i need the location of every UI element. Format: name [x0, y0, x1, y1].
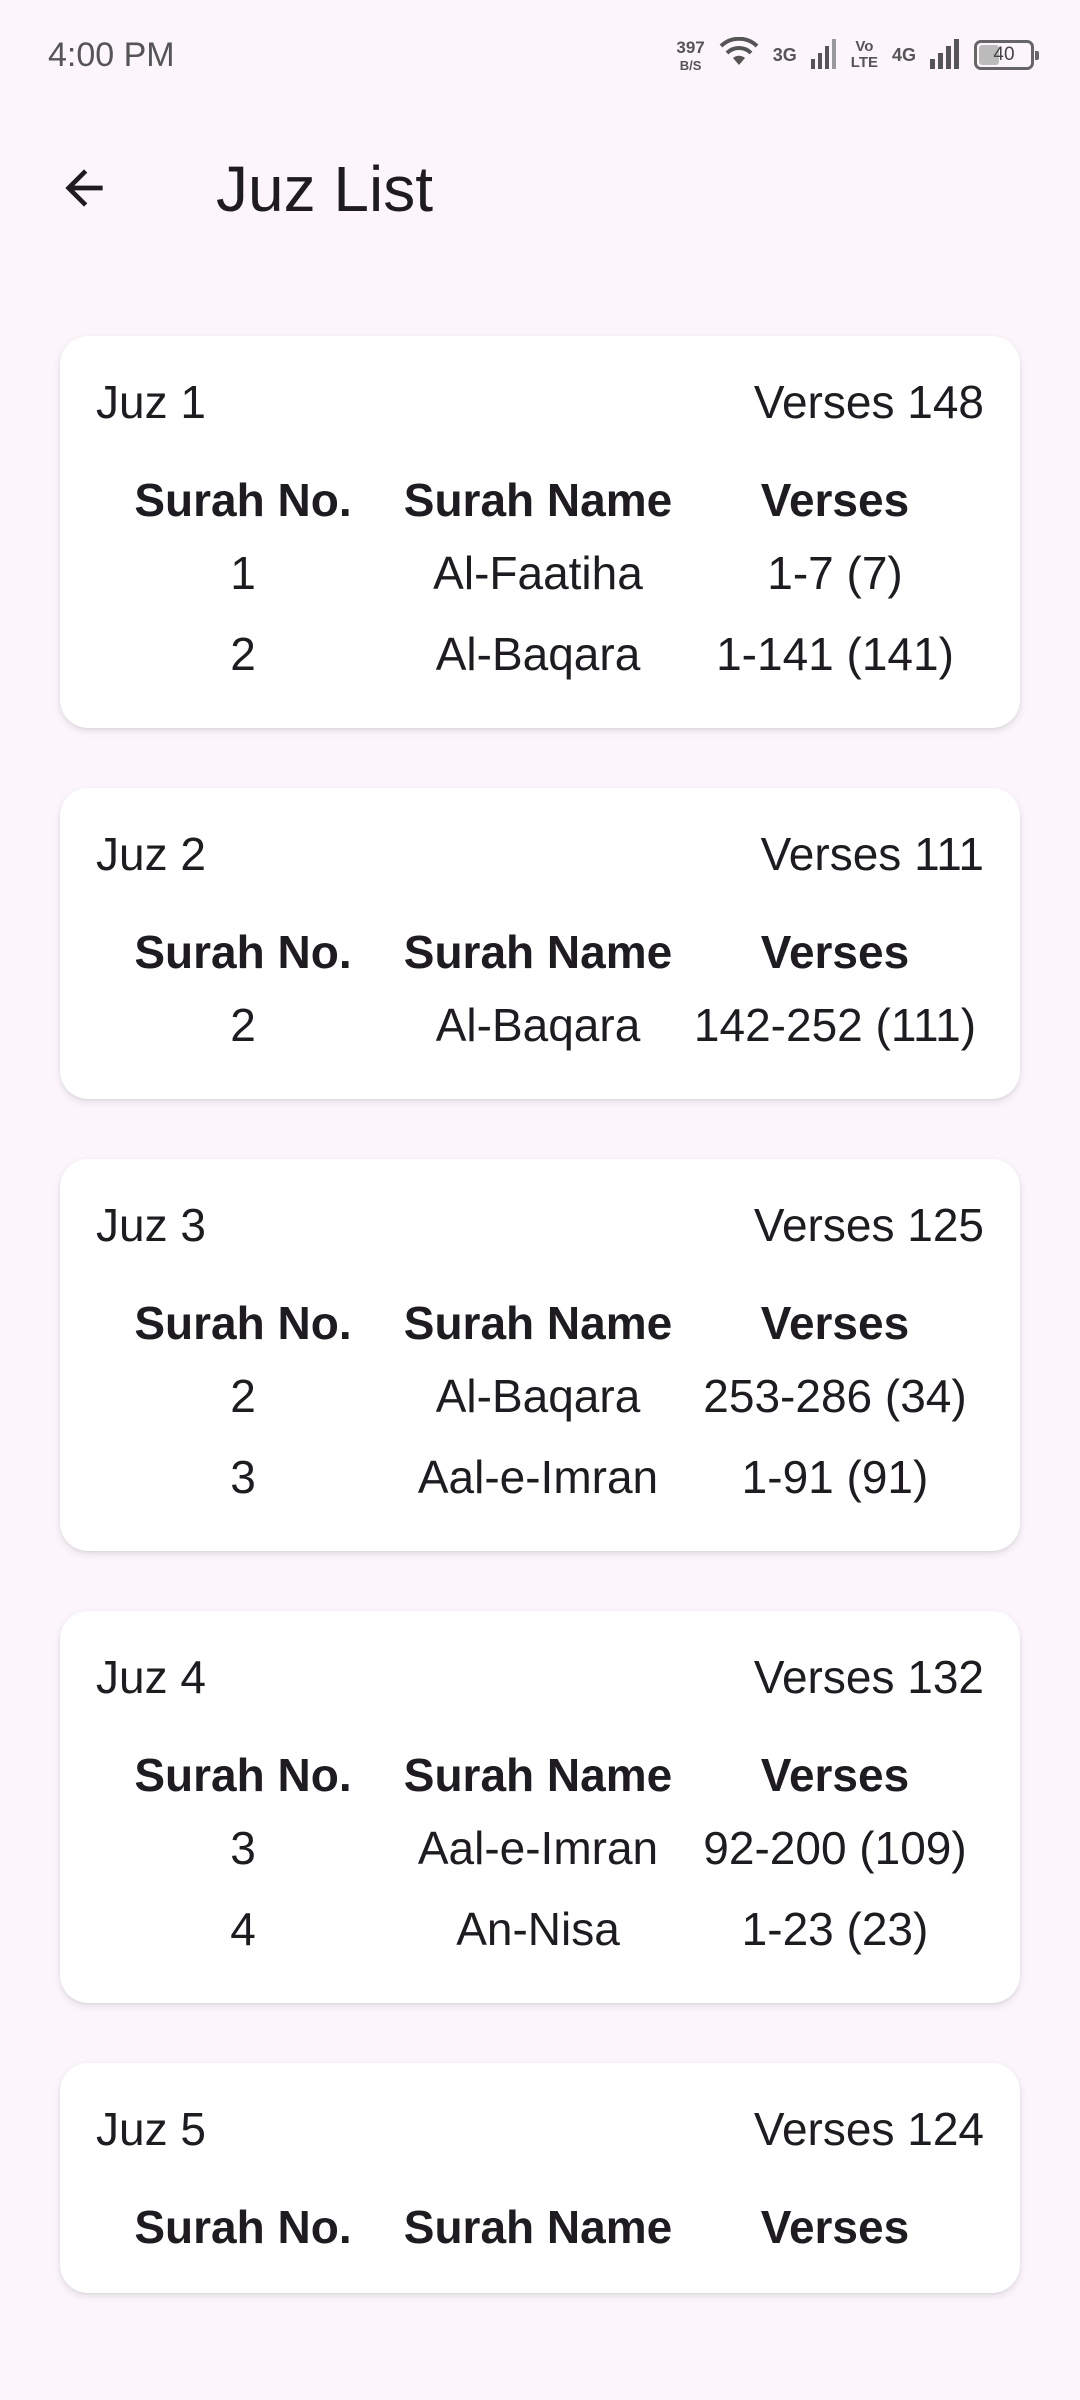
juz-card-header: Juz 5 Verses 124: [96, 2103, 984, 2155]
surah-table-header: Surah No. Surah Name Verses: [96, 920, 984, 984]
juz-card[interactable]: Juz 1 Verses 148 Surah No. Surah Name Verses…: [60, 336, 1020, 728]
header-surah-no: Surah No.: [134, 1297, 352, 1349]
back-button[interactable]: [42, 148, 126, 232]
table-row: 2 Al-Baqara 253-286 (34): [96, 1355, 984, 1436]
surah-name: Al-Baqara: [435, 627, 641, 680]
table-row: 2 Al-Baqara 142-252 (111): [96, 984, 984, 1065]
juz-card[interactable]: Juz 3 Verses 125 Surah No. Surah Name Verses…: [60, 1159, 1020, 1551]
juz-verses-total: Verses 148: [753, 376, 984, 428]
status-icons: 397 B/S 3G Vo LTE 4G 40: [676, 36, 1039, 74]
header-surah-no: Surah No.: [134, 926, 352, 978]
juz-verses-total: Verses 125: [753, 1199, 984, 1251]
juz-card[interactable]: Juz 2 Verses 111 Surah No. Surah Name Verses…: [60, 788, 1020, 1099]
header-surah-no: Surah No.: [134, 2201, 352, 2253]
table-row: 2 Al-Baqara 1-141 (141): [96, 613, 984, 694]
surah-no: 3: [230, 1821, 256, 1874]
battery-level: 40: [993, 44, 1015, 65]
surah-no: 3: [230, 1450, 256, 1503]
surah-no: 2: [230, 1369, 256, 1422]
volte-top-label: Vo: [855, 38, 874, 56]
network-3g-label: 3G: [772, 45, 797, 65]
surah-table-header: Surah No. Surah Name Verses: [96, 1291, 984, 1355]
surah-verses: 1-7 (7): [767, 546, 903, 599]
surah-name: Aal-e-Imran: [417, 1450, 659, 1503]
surah-verses: 253-286 (34): [703, 1369, 967, 1422]
header-surah-name: Surah Name: [403, 2201, 673, 2253]
juz-card[interactable]: Juz 5 Verses 124 Surah No. Surah Name Verses: [60, 2063, 1020, 2293]
header-surah-no: Surah No.: [134, 474, 352, 526]
surah-table: Surah No. Surah Name Verses 2 Al-Baqara 142-2…: [96, 920, 984, 1065]
surah-no: 2: [230, 627, 256, 680]
juz-list[interactable]: Juz 1 Verses 148 Surah No. Surah Name Verses…: [60, 336, 1020, 2353]
surah-name: Al-Baqara: [435, 998, 641, 1051]
surah-table-header: Surah No. Surah Name Verses: [96, 2195, 984, 2259]
header-surah-name: Surah Name: [403, 1297, 673, 1349]
surah-verses: 142-252 (111): [693, 998, 977, 1051]
wifi-icon: [719, 36, 759, 74]
surah-verses: 1-91 (91): [741, 1450, 929, 1503]
juz-title: Juz 2: [96, 828, 206, 880]
juz-card-header: Juz 3 Verses 125: [96, 1199, 984, 1251]
header-verses: Verses: [760, 1297, 910, 1349]
arrow-back-icon: [56, 160, 112, 221]
surah-table: Surah No. Surah Name Verses 3 Aal-e-Imran 92-…: [96, 1743, 984, 1969]
juz-card[interactable]: Juz 4 Verses 132 Surah No. Surah Name Verses…: [60, 1611, 1020, 2003]
surah-name: Al-Faatiha: [433, 546, 643, 599]
surah-no: 2: [230, 998, 256, 1051]
juz-verses-total: Verses 124: [753, 2103, 984, 2155]
header-surah-name: Surah Name: [403, 474, 673, 526]
surah-table: Surah No. Surah Name Verses 1 Al-Faatiha 1-7 …: [96, 468, 984, 694]
signal-3g-icon: [810, 37, 837, 74]
surah-verses: 1-23 (23): [741, 1902, 929, 1955]
volte-icon: Vo LTE: [851, 39, 878, 71]
table-row: 4 An-Nisa 1-23 (23): [96, 1888, 984, 1969]
header-verses: Verses: [760, 474, 910, 526]
juz-verses-total: Verses 132: [753, 1651, 984, 1703]
header-surah-no: Surah No.: [134, 1749, 352, 1801]
network-speed-value: 397: [676, 37, 705, 57]
surah-no: 1: [230, 546, 256, 599]
status-bar: 4:00 PM 397 B/S 3G Vo LTE 4G 40: [0, 0, 1080, 110]
network-4g-label: 4G: [891, 45, 916, 65]
surah-verses: 92-200 (109): [703, 1821, 967, 1874]
juz-card-header: Juz 4 Verses 132: [96, 1651, 984, 1703]
juz-title: Juz 5: [96, 2103, 206, 2155]
network-speed-unit: B/S: [679, 57, 702, 73]
table-row: 3 Aal-e-Imran 1-91 (91): [96, 1436, 984, 1517]
header-surah-name: Surah Name: [403, 1749, 673, 1801]
header-verses: Verses: [760, 2201, 910, 2253]
volte-bottom-label: LTE: [850, 54, 878, 71]
surah-table: Surah No. Surah Name Verses 2 Al-Baqara 253-2…: [96, 1291, 984, 1517]
surah-table-header: Surah No. Surah Name Verses: [96, 1743, 984, 1807]
surah-name: An-Nisa: [456, 1902, 620, 1955]
signal-4g-icon: [930, 37, 960, 74]
juz-title: Juz 1: [96, 376, 206, 428]
table-row: 1 Al-Faatiha 1-7 (7): [96, 532, 984, 613]
surah-verses: 1-141 (141): [716, 627, 954, 680]
juz-card-header: Juz 2 Verses 111: [96, 828, 984, 880]
status-time: 4:00 PM: [48, 35, 175, 74]
juz-title: Juz 4: [96, 1651, 206, 1703]
surah-name: Al-Baqara: [435, 1369, 641, 1422]
network-speed: 397 B/S: [676, 39, 704, 72]
screen: 4:00 PM 397 B/S 3G Vo LTE 4G 40 Juz List…: [0, 0, 1080, 2400]
surah-name: Aal-e-Imran: [417, 1821, 659, 1874]
juz-title: Juz 3: [96, 1199, 206, 1251]
battery-icon: 40: [974, 40, 1039, 70]
app-bar: Juz List: [0, 120, 1080, 260]
surah-table-header: Surah No. Surah Name Verses: [96, 468, 984, 532]
juz-verses-total: Verses 111: [760, 828, 984, 880]
juz-card-header: Juz 1 Verses 148: [96, 376, 984, 428]
header-verses: Verses: [760, 1749, 910, 1801]
header-verses: Verses: [760, 926, 910, 978]
surah-table: Surah No. Surah Name Verses: [96, 2195, 984, 2259]
page-title: Juz List: [216, 153, 433, 225]
header-surah-name: Surah Name: [403, 926, 673, 978]
surah-no: 4: [230, 1902, 256, 1955]
table-row: 3 Aal-e-Imran 92-200 (109): [96, 1807, 984, 1888]
